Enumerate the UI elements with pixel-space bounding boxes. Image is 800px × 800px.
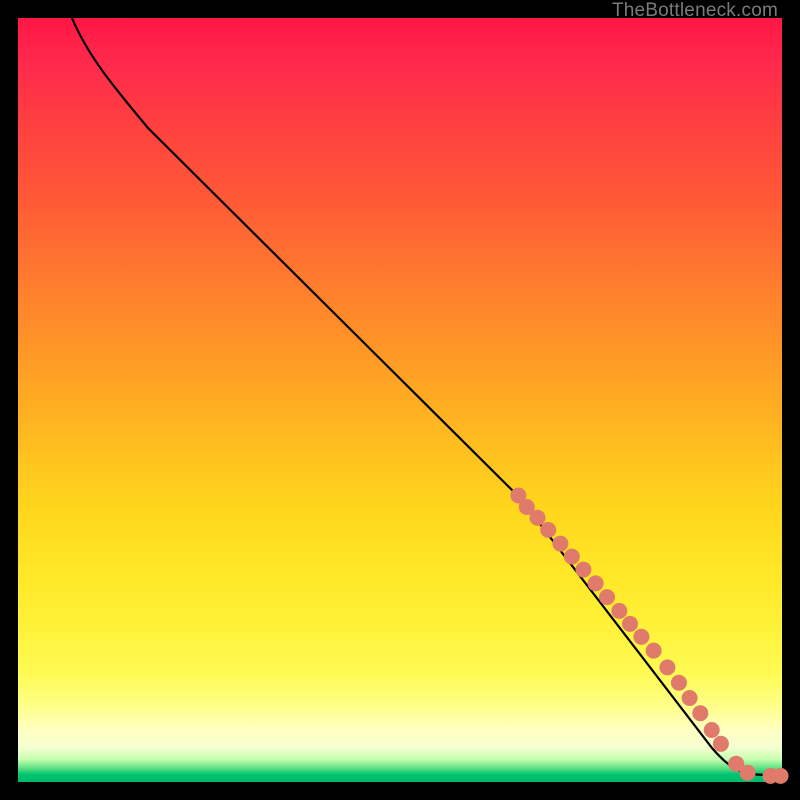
marker-dot	[611, 603, 627, 619]
marker-dot	[633, 629, 649, 645]
marker-dot	[671, 675, 687, 691]
marker-dot	[659, 659, 675, 675]
marker-dot	[646, 643, 662, 659]
marker-dot	[564, 549, 580, 565]
marker-dot	[740, 765, 756, 781]
marker-dot	[713, 736, 729, 752]
marker-dot	[622, 616, 638, 632]
marker-dot	[552, 536, 568, 552]
marker-dot	[588, 575, 604, 591]
plot-area	[18, 18, 782, 782]
chart-frame: TheBottleneck.com	[0, 0, 800, 800]
marker-dot	[575, 562, 591, 578]
marker-dot	[540, 522, 556, 538]
marker-dot	[773, 768, 789, 784]
marker-dot	[530, 510, 546, 526]
curve-path	[72, 18, 782, 776]
marker-dot	[599, 589, 615, 605]
marker-dot	[682, 690, 698, 706]
marker-group	[510, 488, 788, 784]
marker-dot	[704, 722, 720, 738]
marker-dot	[692, 705, 708, 721]
chart-svg	[18, 18, 782, 782]
